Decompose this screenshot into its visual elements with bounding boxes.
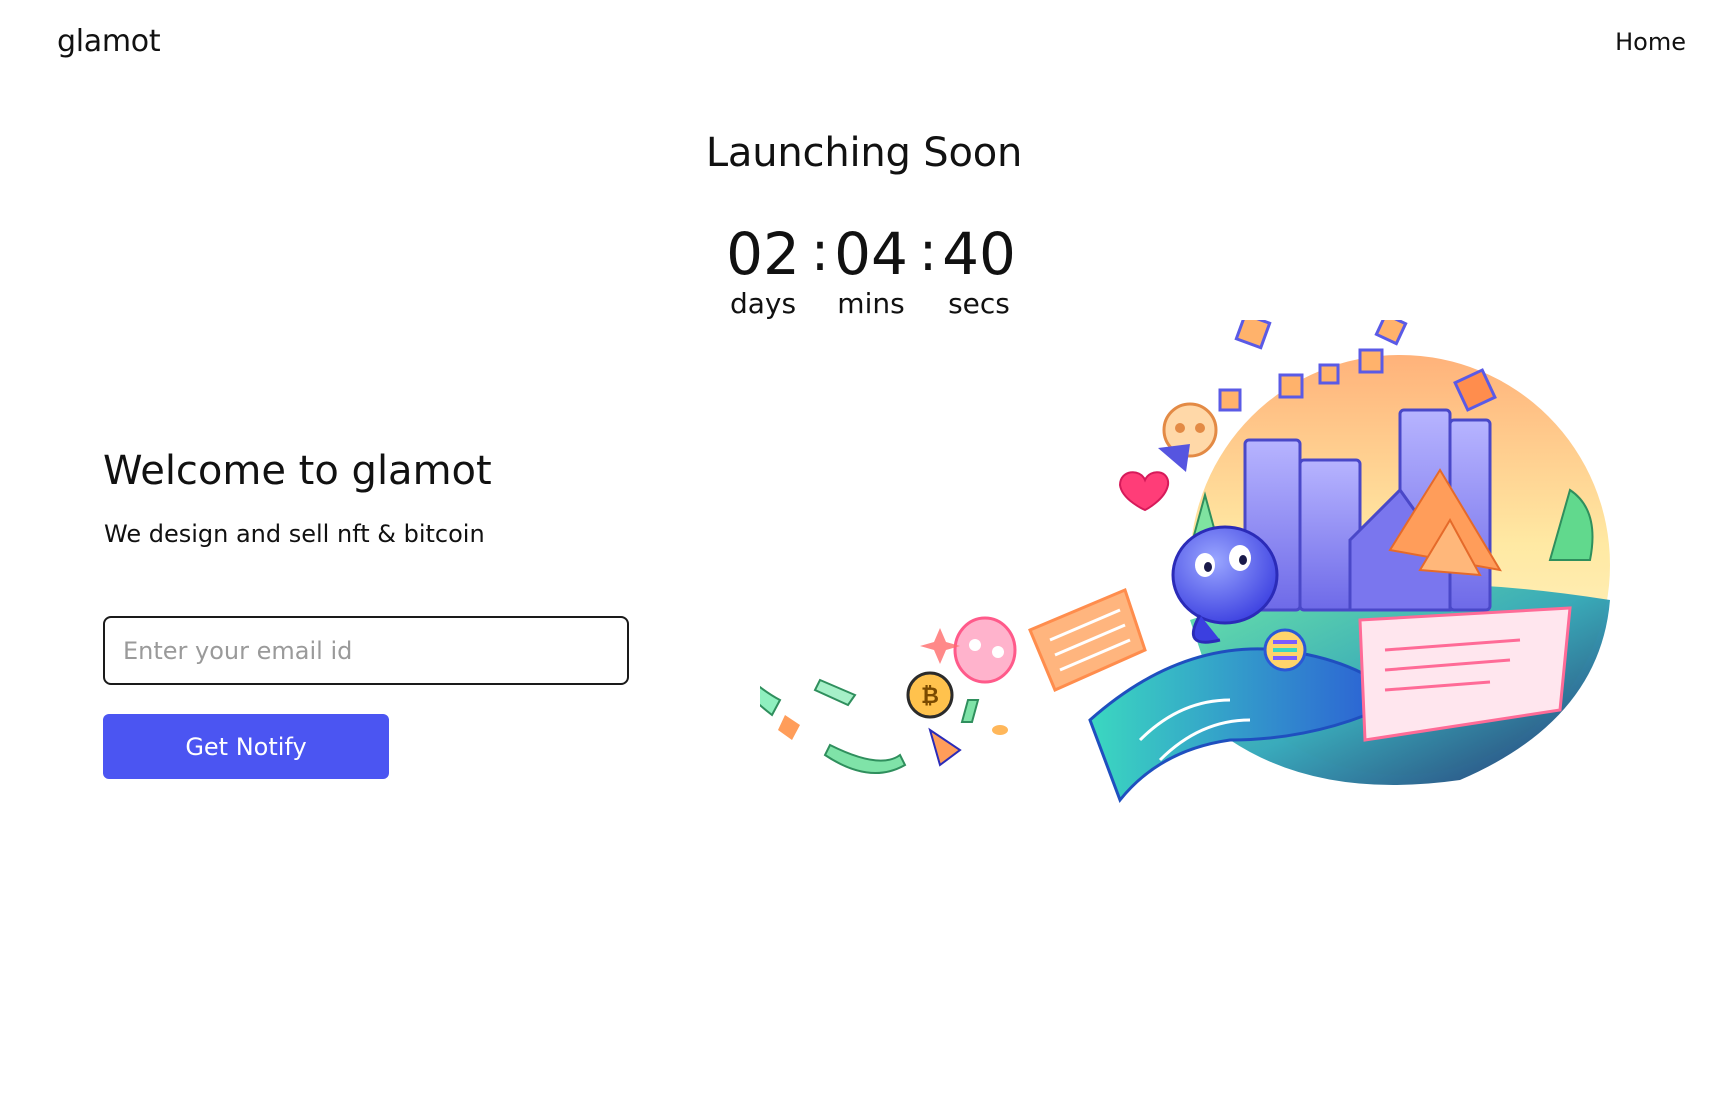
countdown-days-label: days (729, 287, 797, 320)
welcome-heading: Welcome to glamot (103, 448, 492, 494)
launch-title: Launching Soon (705, 130, 1023, 176)
countdown-days-value: 02 (726, 220, 800, 288)
nav-home-link[interactable]: Home (1615, 28, 1686, 56)
email-input[interactable] (103, 616, 629, 685)
countdown-mins-value: 04 (834, 220, 908, 288)
landing-page: glamot Home Launching Soon 02 : 04 : 40 … (0, 0, 1728, 1117)
nft-crypto-illustration: ₿ (760, 320, 1610, 803)
countdown-mins-label: mins (837, 287, 905, 320)
brand-logo[interactable]: glamot (57, 24, 161, 59)
countdown-secs-label: secs (948, 287, 1010, 320)
countdown-secs-value: 40 (942, 220, 1016, 288)
get-notify-button[interactable]: Get Notify (103, 714, 389, 779)
svg-text:₿: ₿ (921, 684, 939, 709)
tagline-text: We design and sell nft & bitcoin (104, 520, 485, 548)
countdown-timer: 02 : 04 : 40 days mins secs (718, 222, 1018, 332)
